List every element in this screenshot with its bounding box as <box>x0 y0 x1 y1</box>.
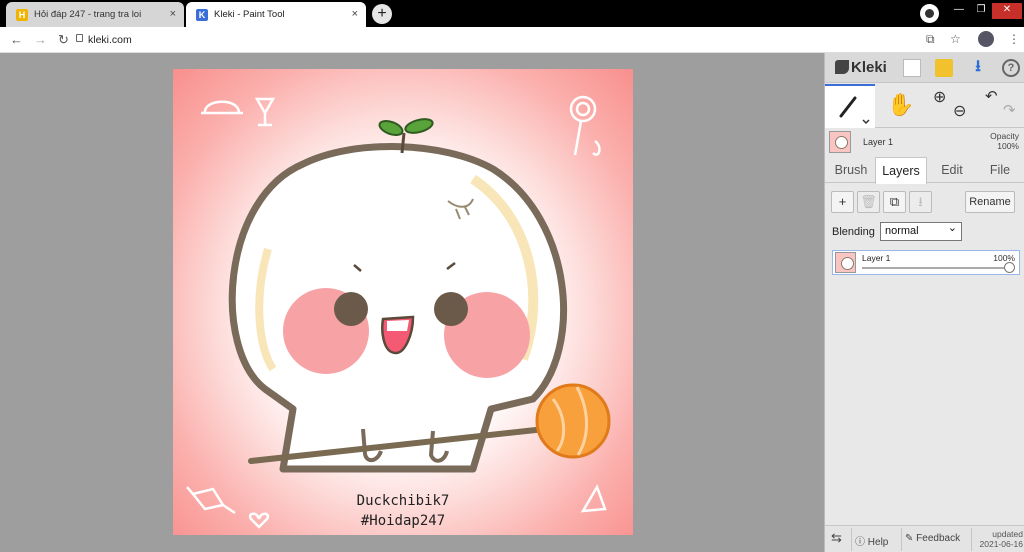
delete-layer-button[interactable]: 🗑 <box>857 191 880 213</box>
help-icon[interactable]: ? <box>1002 59 1020 77</box>
credit-line-1: Duckchibik7 <box>356 493 450 509</box>
open-folder-icon[interactable] <box>935 59 953 77</box>
url-field[interactable]: kleki.com <box>88 34 132 46</box>
download-icon[interactable]: ⭳ <box>969 59 987 77</box>
kleki-logo-icon <box>835 60 849 74</box>
brush-tool[interactable] <box>825 84 875 128</box>
new-image-icon[interactable] <box>903 59 921 77</box>
divider <box>901 528 902 551</box>
kleki-favicon-icon: K <box>196 8 208 21</box>
new-tab-button[interactable]: + <box>372 4 392 24</box>
brush-icon <box>839 96 870 125</box>
layer-list-item[interactable]: Layer 1 100% <box>832 250 1020 275</box>
close-tab-icon[interactable]: × <box>170 8 176 20</box>
current-layer-row[interactable]: Layer 1 Opacity 100% <box>825 129 1024 159</box>
sprout-leaf <box>404 118 434 134</box>
browser-titlebar: H Hỏi đáp 247 - trang tra loi × K Kleki … <box>0 0 1024 27</box>
swap-icon[interactable]: ⇆ <box>831 530 842 546</box>
layer-item-name: Layer 1 <box>862 253 891 263</box>
kleki-logo[interactable]: Kleki <box>835 59 887 76</box>
translate-icon[interactable]: ⧉ <box>926 32 935 47</box>
profile-icon[interactable] <box>920 4 939 23</box>
feedback-link[interactable]: ✎ Feedback <box>905 533 960 544</box>
tab-layers[interactable]: Layers <box>875 157 927 184</box>
address-bar: ← → ↻ kleki.com ⧉ ☆ ⋮ <box>0 27 1024 53</box>
current-layer-name: Layer 1 <box>863 137 894 147</box>
tab-brush[interactable]: Brush <box>827 157 875 183</box>
right-eye <box>434 292 468 326</box>
minimize-button[interactable]: — <box>948 3 970 19</box>
chibi-artwork <box>186 95 611 529</box>
tab-title: Kleki - Paint Tool <box>214 9 285 20</box>
back-arrow-icon[interactable]: ← <box>10 32 23 47</box>
tab-edit[interactable]: Edit <box>929 157 975 183</box>
duplicate-layer-button[interactable]: ⧉ <box>883 191 906 213</box>
zoom-in-icon[interactable]: ⊕ <box>933 87 946 107</box>
workspace: Duckchibik7 #Hoidap247 <box>0 53 824 552</box>
merge-down-button[interactable]: ⭳ <box>909 191 932 213</box>
tab-file[interactable]: File <box>977 157 1023 183</box>
bookmark-star-icon[interactable]: ☆ <box>950 32 961 46</box>
undo-icon[interactable]: ↶ <box>985 87 998 105</box>
side-panel: Kleki ⭳ ? ✋ ⊕ ⊖ ↶ ↷ Layer 1 Opacity 100%… <box>824 53 1024 552</box>
add-layer-button[interactable]: + <box>831 191 854 213</box>
updated-info: updated 2021-06-16 <box>979 529 1023 549</box>
opacity-readout: Opacity 100% <box>990 131 1019 151</box>
account-avatar[interactable] <box>978 31 994 47</box>
lollipop <box>535 383 611 459</box>
layer-thumbnail <box>829 131 851 153</box>
layer-opacity-slider[interactable] <box>862 267 1008 269</box>
divider <box>851 528 852 551</box>
hoidap-favicon-icon: H <box>16 8 28 21</box>
drawing-canvas[interactable]: Duckchibik7 #Hoidap247 <box>173 69 633 535</box>
blending-label: Blending <box>832 226 875 238</box>
sprout-leaf <box>378 120 404 136</box>
credit-line-2: #Hoidap247 <box>360 513 446 529</box>
panel-tabs: Brush Layers Edit File <box>825 157 1024 184</box>
redo-icon[interactable]: ↷ <box>1003 101 1016 119</box>
layer-opacity-knob[interactable] <box>1004 262 1015 273</box>
panel-footer: ⇆ ⓘ Help ✎ Feedback updated 2021-06-16 <box>825 525 1024 552</box>
hand-icon[interactable]: ✋ <box>887 92 914 118</box>
rename-layer-button[interactable]: Rename <box>965 191 1015 213</box>
feedback-icon: ✎ <box>905 533 914 544</box>
lock-icon <box>76 34 83 42</box>
tab-title: Hỏi đáp 247 - trang tra loi <box>34 9 142 20</box>
restore-button[interactable]: ❐ <box>970 3 992 19</box>
help-link[interactable]: ⓘ Help <box>855 533 888 548</box>
help-circle-icon: ⓘ <box>855 537 865 548</box>
close-tab-icon[interactable]: × <box>352 8 358 20</box>
tab-hoidap[interactable]: H Hỏi đáp 247 - trang tra loi × <box>6 2 184 27</box>
close-window-button[interactable]: ✕ <box>992 3 1022 19</box>
divider <box>971 528 972 551</box>
menu-dots-icon[interactable]: ⋮ <box>1008 32 1020 46</box>
toolbar: ✋ ⊕ ⊖ ↶ ↷ <box>825 84 1024 128</box>
panel-header: Kleki ⭳ ? <box>825 53 1024 83</box>
blending-select[interactable]: normal <box>880 220 962 241</box>
layer-thumbnail <box>835 252 856 273</box>
forward-arrow-icon[interactable]: → <box>34 32 47 47</box>
tab-kleki[interactable]: K Kleki - Paint Tool × <box>186 2 366 27</box>
zoom-out-icon[interactable]: ⊖ <box>953 101 966 121</box>
left-eye <box>334 292 368 326</box>
reload-icon[interactable]: ↻ <box>58 32 69 48</box>
